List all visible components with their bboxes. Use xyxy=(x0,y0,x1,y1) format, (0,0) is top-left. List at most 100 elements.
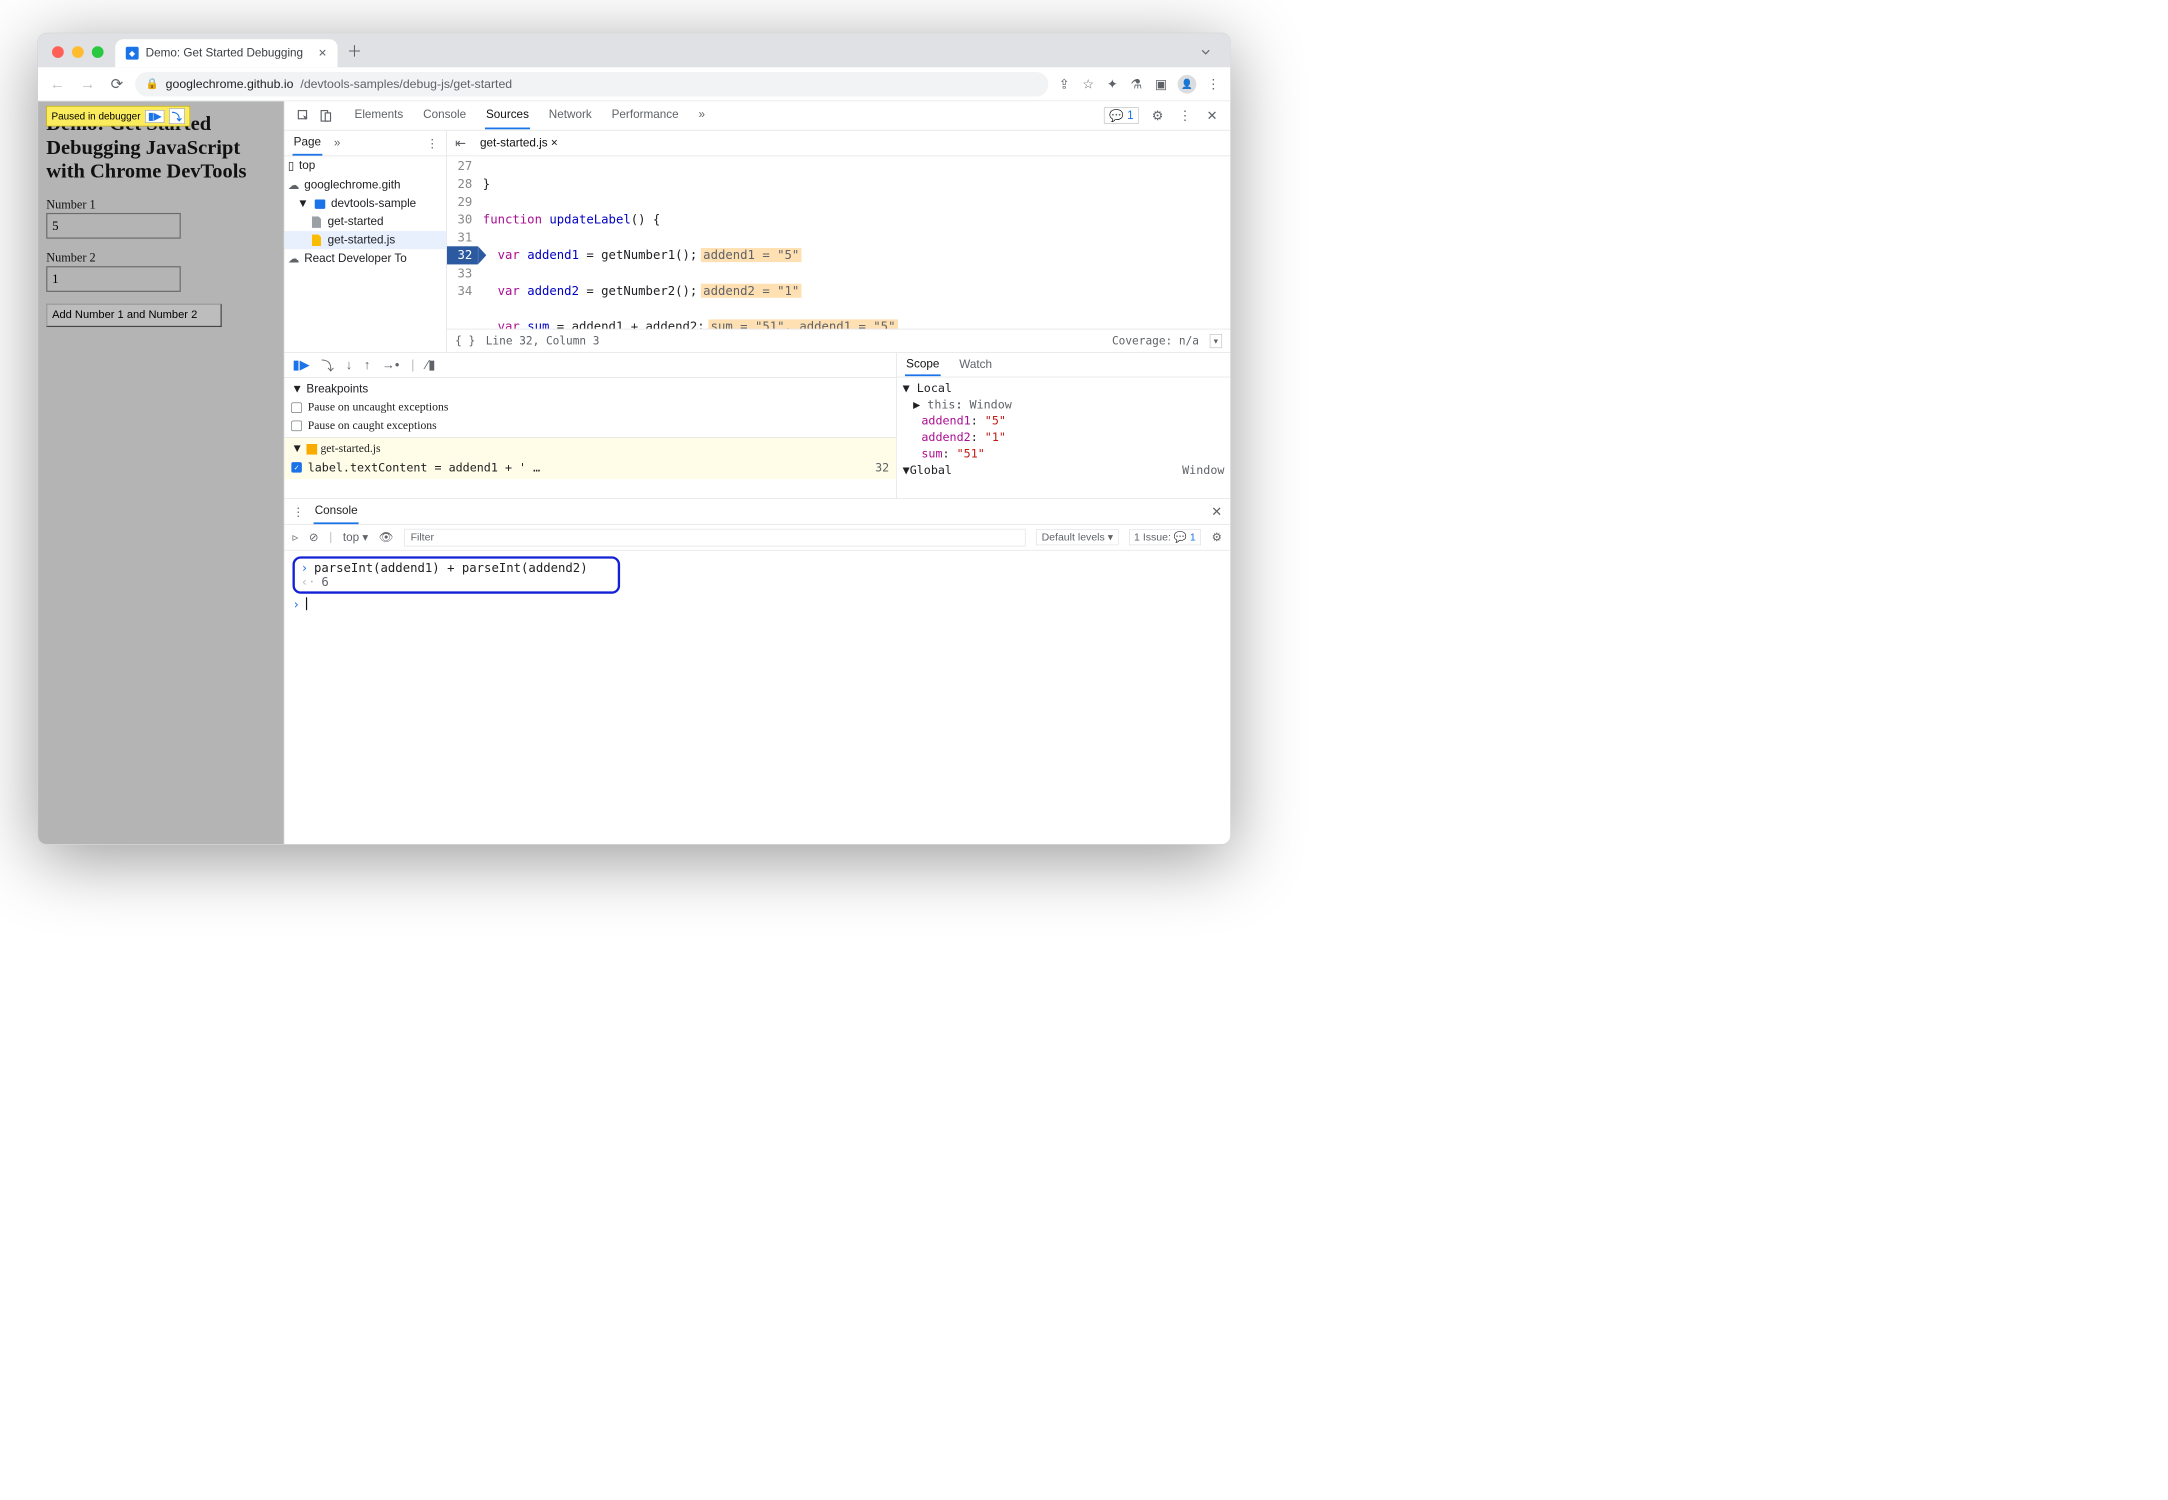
tab-close-icon[interactable]: ✕ xyxy=(318,47,327,59)
scope-addend1: addend1: "5" xyxy=(903,412,1225,428)
navigator-menu-icon[interactable]: ⋮ xyxy=(426,136,438,151)
tab-sources[interactable]: Sources xyxy=(485,102,530,129)
url-path: /devtools-samples/debug-js/get-started xyxy=(300,77,512,91)
show-sidebar-icon[interactable]: ▹ xyxy=(293,530,299,545)
console-prompt[interactable]: › xyxy=(293,597,1223,611)
devtools-panel: Elements Console Sources Network Perform… xyxy=(284,101,1231,844)
scope-global[interactable]: ▼ GlobalWindow xyxy=(903,462,1225,478)
console-settings-icon[interactable]: ⚙ xyxy=(1212,530,1222,545)
console-input-line: ›parseInt(addend1) + parseInt(addend2) xyxy=(301,561,612,575)
browser-tab[interactable]: ◆ Demo: Get Started Debugging ✕ xyxy=(115,39,337,67)
bp-file-header[interactable]: ▼ get-started.js xyxy=(291,440,889,458)
scope-addend2: addend2: "1" xyxy=(903,429,1225,445)
new-tab-button[interactable]: ＋ xyxy=(347,40,362,62)
navigator-more-icon[interactable]: » xyxy=(334,136,341,149)
messages-badge[interactable]: 💬 1 xyxy=(1104,107,1139,124)
editor-tab-close-icon[interactable]: × xyxy=(551,136,558,149)
tree-top[interactable]: ▯top xyxy=(284,156,446,175)
source-code[interactable]: } function updateLabel() { var addend1 =… xyxy=(478,156,1230,329)
tab-scope[interactable]: Scope xyxy=(905,354,941,376)
console-highlight: ›parseInt(addend1) + parseInt(addend2) ‹… xyxy=(293,556,621,593)
toggle-nav-icon[interactable]: ⇤ xyxy=(453,135,468,150)
panel-icon[interactable]: ▣ xyxy=(1153,74,1170,94)
tab-performance[interactable]: Performance xyxy=(610,102,679,129)
drawer-close-icon[interactable]: ✕ xyxy=(1211,504,1222,519)
more-tabs-icon[interactable]: » xyxy=(697,102,706,129)
inspect-icon[interactable] xyxy=(295,109,313,122)
paused-debugger-badge: Paused in debugger ▮▶ ⤵ xyxy=(46,106,190,126)
scope-this[interactable]: ▶ this: Window xyxy=(903,396,1225,412)
url-host: googlechrome.github.io xyxy=(166,77,294,91)
debugger-pane: ▮▶ ⤵ ↓ ↑ →• | ⁄▮ ▼ Breakpoints Pause on … xyxy=(284,353,896,499)
more-icon[interactable]: ⋮ xyxy=(1176,108,1194,123)
editor-status: { } Line 32, Column 3 Coverage: n/a ▾ xyxy=(447,329,1230,352)
tree-extension[interactable]: ☁React Developer To xyxy=(284,249,446,268)
tree-file-js[interactable]: get-started.js xyxy=(284,231,446,249)
reload-button[interactable]: ⟳ xyxy=(107,73,127,96)
step-icon[interactable]: →• xyxy=(382,357,399,372)
menu-icon[interactable]: ⋮ xyxy=(1205,74,1223,94)
settings-icon[interactable]: ⚙ xyxy=(1149,108,1165,123)
tab-console[interactable]: Console xyxy=(422,102,467,129)
log-levels[interactable]: Default levels ▾ xyxy=(1036,529,1118,545)
pause-uncaught[interactable]: Pause on uncaught exceptions xyxy=(291,398,889,416)
tab-network[interactable]: Network xyxy=(548,102,593,129)
tree-folder[interactable]: ▼devtools-sample xyxy=(284,195,446,213)
address-bar[interactable]: 🔒 googlechrome.github.io/devtools-sample… xyxy=(135,72,1048,97)
console-drawer: ⋮ Console ✕ ▹ ⊘ | top ▾ 👁 Filter Default… xyxy=(284,499,1230,844)
tree-file-html[interactable]: get-started xyxy=(284,213,446,231)
back-button[interactable]: ← xyxy=(46,73,68,96)
resume-icon[interactable]: ▮▶ xyxy=(145,110,164,123)
pause-caught[interactable]: Pause on caught exceptions xyxy=(291,417,889,435)
context-selector[interactable]: top ▾ xyxy=(343,530,368,545)
tree-domain[interactable]: ☁googlechrome.gith xyxy=(284,176,446,195)
scope-local[interactable]: ▼ Local xyxy=(903,380,1225,396)
window-maximize-button[interactable] xyxy=(92,46,104,58)
step-out-icon[interactable]: ↑ xyxy=(364,357,370,372)
step-icon[interactable]: ⤵ xyxy=(169,108,185,124)
tabs-menu-icon[interactable] xyxy=(1200,46,1212,58)
live-expression-icon[interactable]: 👁 xyxy=(379,530,394,545)
close-devtools-icon[interactable]: ✕ xyxy=(1204,108,1219,123)
add-button[interactable]: Add Number 1 and Number 2 xyxy=(46,303,222,326)
tab-elements[interactable]: Elements xyxy=(353,102,404,129)
gutter[interactable]: 27 28 29 30 31 32 33 34 xyxy=(447,156,478,329)
sources-navigator: Page » ⋮ ▯top ☁googlechrome.gith ▼devtoo… xyxy=(284,130,447,352)
share-icon[interactable]: ⇪ xyxy=(1056,74,1071,94)
bp-line[interactable]: ✓ label.textContent = addend1 + ' …32 xyxy=(291,458,889,477)
device-icon[interactable] xyxy=(317,109,335,122)
forward-button[interactable]: → xyxy=(77,73,99,96)
number-1-input[interactable] xyxy=(46,213,181,239)
labs-icon[interactable]: ⚗ xyxy=(1128,74,1144,94)
deactivate-bp-icon[interactable]: ⁄▮ xyxy=(426,357,435,372)
tab-title: Demo: Get Started Debugging xyxy=(146,47,303,60)
devtools-main-toolbar: Elements Console Sources Network Perform… xyxy=(284,101,1230,130)
editor-tab[interactable]: get-started.js × xyxy=(474,133,563,153)
tab-watch[interactable]: Watch xyxy=(958,355,993,375)
window-minimize-button[interactable] xyxy=(72,46,84,58)
breakpoints-header[interactable]: ▼ Breakpoints xyxy=(291,380,889,398)
profile-avatar[interactable]: 👤 xyxy=(1178,75,1197,94)
navigator-tab-page[interactable]: Page xyxy=(293,131,323,156)
number-2-input[interactable] xyxy=(46,266,181,292)
step-into-icon[interactable]: ↓ xyxy=(346,357,352,372)
window-close-button[interactable] xyxy=(52,46,64,58)
drawer-tab-console[interactable]: Console xyxy=(314,499,359,524)
label-number-2: Number 2 xyxy=(46,250,275,265)
extensions-icon[interactable]: ✦ xyxy=(1104,74,1119,94)
scope-sum: sum: "51" xyxy=(903,445,1225,461)
drawer-menu-icon[interactable]: ⋮ xyxy=(293,504,305,519)
step-over-icon[interactable]: ⤵ xyxy=(321,356,334,375)
page-content: Paused in debugger ▮▶ ⤵ Demo: Get Starte… xyxy=(38,101,284,844)
label-number-1: Number 1 xyxy=(46,197,275,212)
lock-icon: 🔒 xyxy=(146,78,159,90)
console-filter-input[interactable]: Filter xyxy=(404,529,1026,547)
clear-console-icon[interactable]: ⊘ xyxy=(309,530,319,545)
console-output-line: ‹·6 xyxy=(301,575,612,589)
scope-pane: Scope Watch ▼ Local ▶ this: Window adden… xyxy=(897,353,1230,499)
source-editor: ⇤ get-started.js × 27 28 29 30 31 32 33 … xyxy=(447,130,1230,352)
bookmark-icon[interactable]: ☆ xyxy=(1080,74,1096,94)
issues-badge[interactable]: 1 Issue: 💬 1 xyxy=(1129,529,1201,545)
browser-tab-strip: ◆ Demo: Get Started Debugging ✕ ＋ xyxy=(38,33,1230,67)
resume-button[interactable]: ▮▶ xyxy=(293,357,310,372)
